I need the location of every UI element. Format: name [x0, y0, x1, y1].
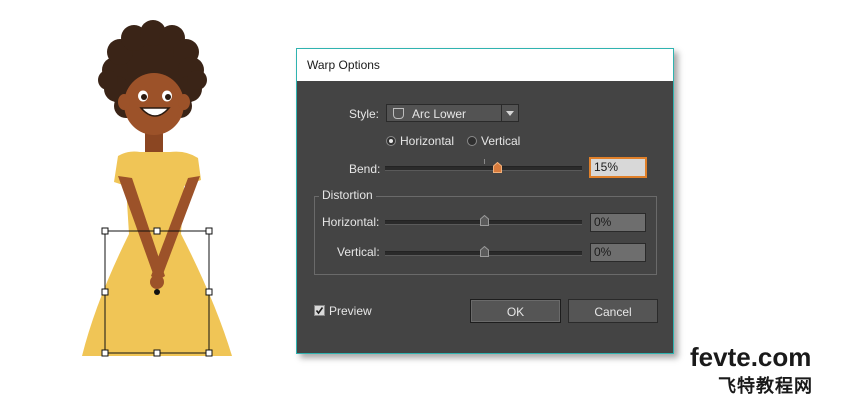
distortion-vertical-label: Vertical:: [337, 245, 380, 259]
distortion-group: [314, 196, 657, 275]
bend-label: Bend:: [349, 162, 381, 176]
character-illustration: [82, 20, 232, 357]
distortion-horizontal-field[interactable]: 0%: [590, 213, 646, 232]
preview-checkbox[interactable]: [314, 305, 325, 316]
watermark-site-name: 飞特教程网: [718, 376, 813, 397]
preview-label[interactable]: Preview: [329, 304, 372, 318]
checkmark-icon: [315, 307, 324, 315]
ok-button[interactable]: OK: [470, 299, 561, 323]
style-label: Style:: [349, 107, 380, 121]
vertical-radio[interactable]: [467, 136, 477, 146]
distortion-vertical-field[interactable]: 0%: [590, 243, 646, 262]
warp-options-dialog: Warp Options Style: Arc Lower Horizontal…: [296, 48, 674, 354]
horizontal-radio-label[interactable]: Horizontal: [400, 134, 454, 148]
vertical-radio-label[interactable]: Vertical: [481, 134, 520, 148]
watermark-domain: fevte.com: [690, 342, 812, 372]
distortion-horizontal-label: Horizontal:: [322, 215, 380, 229]
style-select[interactable]: Arc Lower: [386, 104, 519, 122]
distortion-legend: Distortion: [319, 188, 376, 202]
dialog-title: Warp Options: [297, 49, 673, 81]
horizontal-radio[interactable]: [386, 136, 396, 146]
chevron-down-icon[interactable]: [506, 111, 514, 116]
style-value: Arc Lower: [412, 107, 467, 121]
bend-slider-track[interactable]: [385, 166, 582, 171]
bend-slider-thumb[interactable]: [493, 162, 502, 173]
bend-value-field[interactable]: 15%: [590, 158, 646, 177]
arc-lower-shape-icon: [393, 108, 404, 119]
watermark: fevte.com 飞特教程网: [690, 342, 840, 397]
face: [124, 73, 184, 135]
distortion-vertical-thumb[interactable]: [480, 246, 489, 257]
select-divider: [501, 105, 502, 121]
bend-center-tick: [484, 159, 485, 164]
distortion-horizontal-thumb[interactable]: [480, 215, 489, 226]
cancel-button[interactable]: Cancel: [568, 299, 658, 323]
